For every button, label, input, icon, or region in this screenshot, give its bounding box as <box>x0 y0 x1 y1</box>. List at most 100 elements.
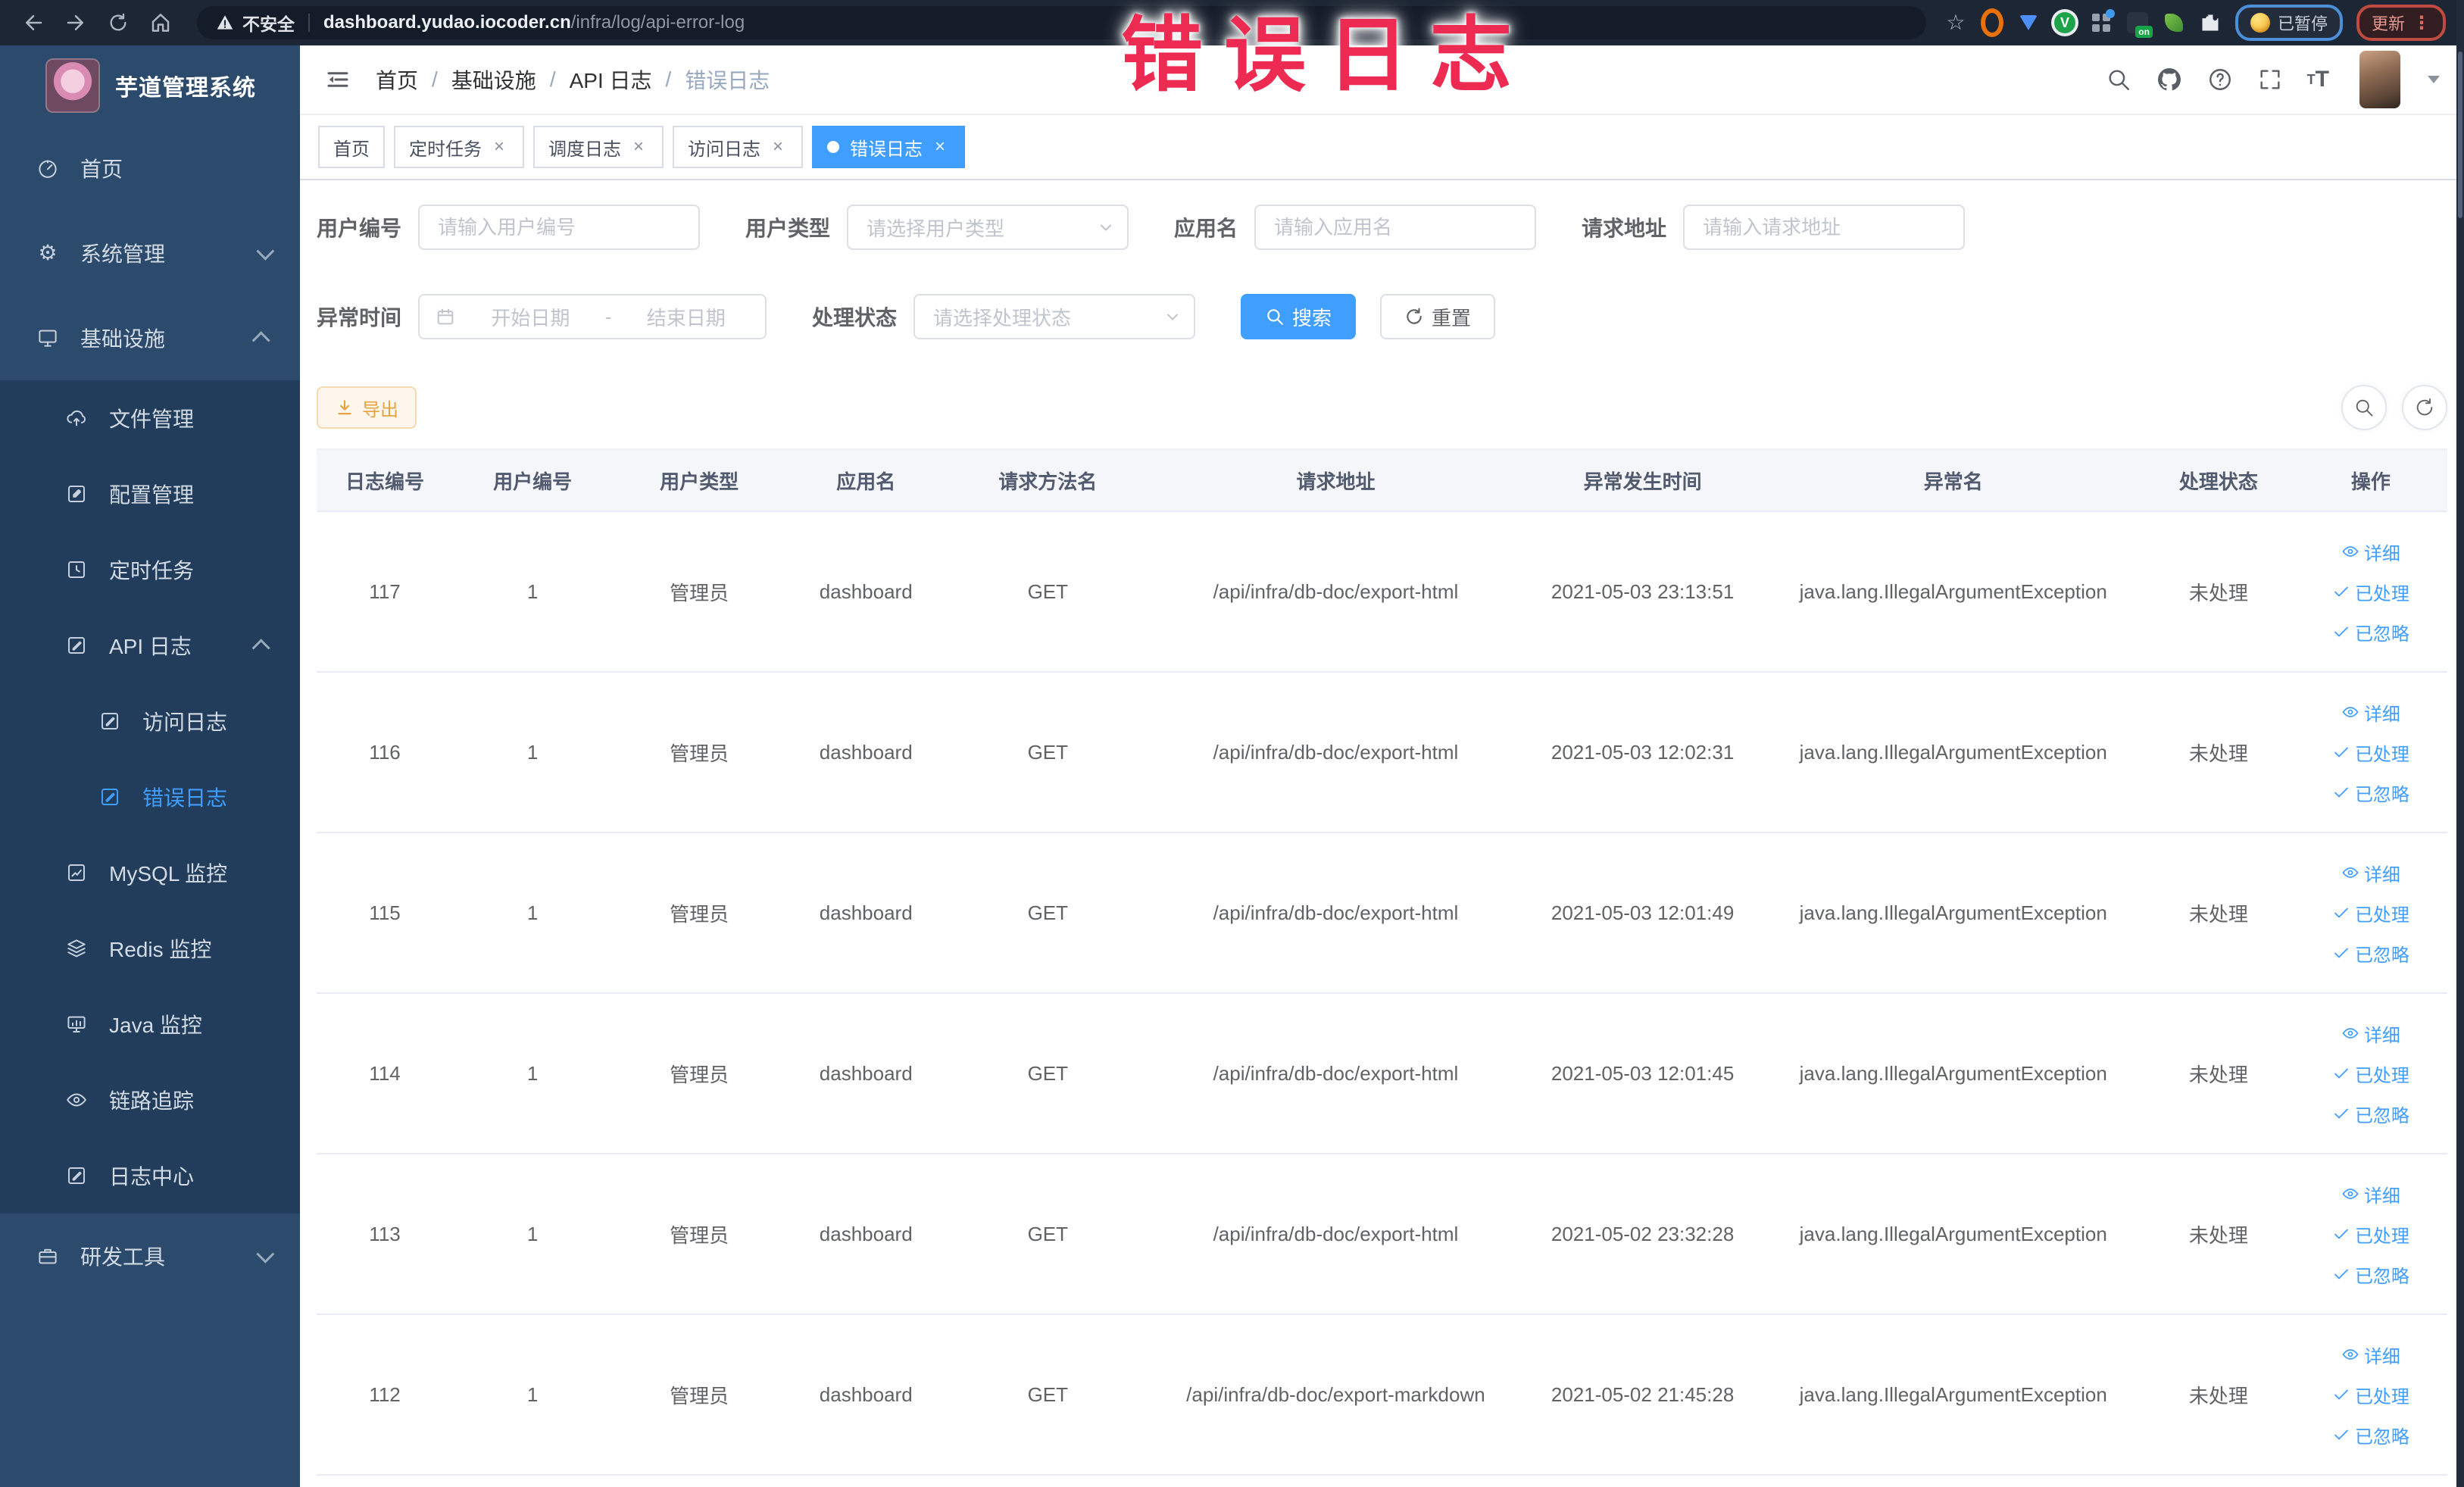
breadcrumb-item-infra[interactable]: 基础设施 <box>451 64 536 95</box>
extension-green-v-icon[interactable]: V <box>2053 11 2076 34</box>
detail-link[interactable]: 详细 <box>2341 539 2400 565</box>
export-button[interactable]: 导出 <box>317 386 417 429</box>
sidebar-item-system[interactable]: ⚙ 系统管理 <box>0 211 300 295</box>
toggle-search-button[interactable] <box>2341 385 2387 430</box>
window-scrollbar[interactable] <box>2456 0 2464 1487</box>
url-bar[interactable]: 不安全 dashboard.yudao.iocoder.cn/infra/log… <box>197 6 1926 39</box>
detail-link[interactable]: 详细 <box>2341 1342 2400 1368</box>
browser-home-button[interactable] <box>142 5 179 41</box>
sidebar-item-cron-job[interactable]: 定时任务 <box>0 532 300 608</box>
extension-orange-icon[interactable] <box>1980 8 2003 37</box>
eye-icon <box>2342 1189 2359 1199</box>
extension-grid-icon[interactable] <box>2090 9 2115 34</box>
sidebar-logo-row[interactable]: 芋道管理系统 <box>0 45 300 126</box>
sidebar-item-trace[interactable]: 链路追踪 <box>0 1062 300 1138</box>
browser-reload-button[interactable] <box>100 5 136 41</box>
extensions-puzzle-icon[interactable] <box>2199 11 2222 34</box>
extension-blue-icon[interactable] <box>2017 11 2040 34</box>
date-range-picker[interactable]: 开始日期 - 结束日期 <box>418 294 767 339</box>
infra-submenu: 文件管理 配置管理 定时任务 API 日志 访问日志 错误日志 MySQL 监控… <box>0 380 300 1214</box>
fullscreen-icon <box>2260 70 2280 89</box>
tab-schedule-log[interactable]: 调度日志 × <box>533 126 664 168</box>
close-icon[interactable]: × <box>489 137 509 157</box>
cell-user-type: 管理员 <box>612 672 787 833</box>
breadcrumb-item-api-log[interactable]: API 日志 <box>570 64 652 95</box>
help-button[interactable] <box>2207 67 2233 92</box>
eye-icon <box>2342 867 2359 878</box>
mark-processed-link[interactable]: 已处理 <box>2332 1382 2409 1408</box>
cell-app-name: dashboard <box>786 511 946 673</box>
mark-processed-link[interactable]: 已处理 <box>2332 739 2409 766</box>
mark-processed-link[interactable]: 已处理 <box>2332 1061 2409 1087</box>
detail-link[interactable]: 详细 <box>2341 860 2400 886</box>
mark-ignored-link[interactable]: 已忽略 <box>2332 619 2409 645</box>
clock-square-icon <box>68 561 85 578</box>
process-status-select[interactable]: 请选择处理状态 <box>913 294 1196 339</box>
mark-ignored-link[interactable]: 已忽略 <box>2332 1261 2409 1288</box>
mark-ignored-link[interactable]: 已忽略 <box>2332 940 2409 967</box>
header-user-id: 用户编号 <box>453 448 613 512</box>
browser-back-button[interactable] <box>15 5 52 41</box>
detail-link[interactable]: 详细 <box>2341 699 2400 726</box>
close-icon[interactable]: × <box>629 137 648 157</box>
fullscreen-button[interactable] <box>2257 67 2283 92</box>
app-name-input[interactable] <box>1254 205 1537 250</box>
date-separator: - <box>604 305 612 328</box>
update-pill[interactable]: 更新 ⋮ <box>2356 5 2446 41</box>
tab-error-log[interactable]: 错误日志 × <box>812 126 965 168</box>
mark-ignored-link[interactable]: 已忽略 <box>2332 1422 2409 1448</box>
app-window: 芋道管理系统 首页 ⚙ 系统管理 基础设施 文件管理 配置管理 定时任务 API… <box>0 45 2464 1487</box>
bookmark-star-icon[interactable]: ☆ <box>1944 11 1967 34</box>
table-row: 113 1 管理员 dashboard GET /api/infra/db-do… <box>317 1154 2447 1315</box>
cell-request-url: /api/infra/db-doc/export-html <box>1150 833 1522 994</box>
mark-processed-link[interactable]: 已处理 <box>2332 1221 2409 1248</box>
mark-processed-link[interactable]: 已处理 <box>2332 579 2409 605</box>
close-icon[interactable]: × <box>930 137 950 157</box>
mark-ignored-link[interactable]: 已忽略 <box>2332 779 2409 806</box>
sidebar-item-error-log[interactable]: 错误日志 <box>0 759 300 835</box>
mark-processed-link[interactable]: 已处理 <box>2332 900 2409 926</box>
tab-home[interactable]: 首页 <box>318 126 385 168</box>
profile-paused-pill[interactable]: 已暂停 <box>2234 5 2343 41</box>
font-size-button[interactable]: TT <box>2307 68 2329 91</box>
sidebar-item-dev-tools[interactable]: 研发工具 <box>0 1214 300 1298</box>
cell-error-time: 2021-05-02 21:45:28 <box>1521 1314 1764 1476</box>
sidebar-item-file-manage[interactable]: 文件管理 <box>0 380 300 456</box>
search-button[interactable]: 搜索 <box>1241 294 1357 339</box>
close-icon[interactable]: × <box>768 137 788 157</box>
sidebar-item-mysql-monitor[interactable]: MySQL 监控 <box>0 835 300 911</box>
edit-square-icon <box>68 486 85 502</box>
github-link-button[interactable] <box>2156 66 2183 93</box>
request-url-input[interactable] <box>1683 205 1966 250</box>
mark-ignored-link[interactable]: 已忽略 <box>2332 1101 2409 1127</box>
extension-leaf-icon[interactable] <box>2163 11 2185 34</box>
extension-on-badge-icon[interactable]: on <box>2126 11 2153 38</box>
detail-link[interactable]: 详细 <box>2341 1181 2400 1207</box>
refresh-table-button[interactable] <box>2402 385 2447 430</box>
breadcrumb-separator: / <box>665 67 672 91</box>
browser-forward-button[interactable] <box>58 5 94 41</box>
sidebar-item-log-center[interactable]: 日志中心 <box>0 1138 300 1214</box>
header-search-button[interactable] <box>2106 67 2131 92</box>
avatar-caret-icon[interactable] <box>2428 76 2440 83</box>
sidebar-item-api-log[interactable]: API 日志 <box>0 608 300 683</box>
sidebar-item-infra[interactable]: 基础设施 <box>0 295 300 380</box>
user-avatar[interactable] <box>2359 51 2400 108</box>
security-chip[interactable]: 不安全 <box>215 10 295 36</box>
sidebar-item-access-log[interactable]: 访问日志 <box>0 683 300 759</box>
tab-access-log[interactable]: 访问日志 × <box>673 126 803 168</box>
header-request-url: 请求地址 <box>1150 448 1522 512</box>
sidebar-item-config-manage[interactable]: 配置管理 <box>0 456 300 532</box>
reset-button[interactable]: 重置 <box>1380 294 1496 339</box>
user-type-select[interactable]: 请选择用户类型 <box>847 205 1129 250</box>
detail-link[interactable]: 详细 <box>2341 1020 2400 1047</box>
user-id-input[interactable] <box>418 205 701 250</box>
scrollbar-thumb[interactable] <box>2458 52 2462 218</box>
sidebar-item-redis-monitor[interactable]: Redis 监控 <box>0 911 300 986</box>
tab-cron-job[interactable]: 定时任务 × <box>394 126 524 168</box>
sidebar-toggle-button[interactable] <box>324 66 351 93</box>
breadcrumb-item-home[interactable]: 首页 <box>376 64 418 95</box>
sidebar-item-java-monitor[interactable]: Java 监控 <box>0 986 300 1062</box>
sidebar-item-home[interactable]: 首页 <box>0 126 300 211</box>
cell-process-status: 未处理 <box>2142 672 2294 833</box>
